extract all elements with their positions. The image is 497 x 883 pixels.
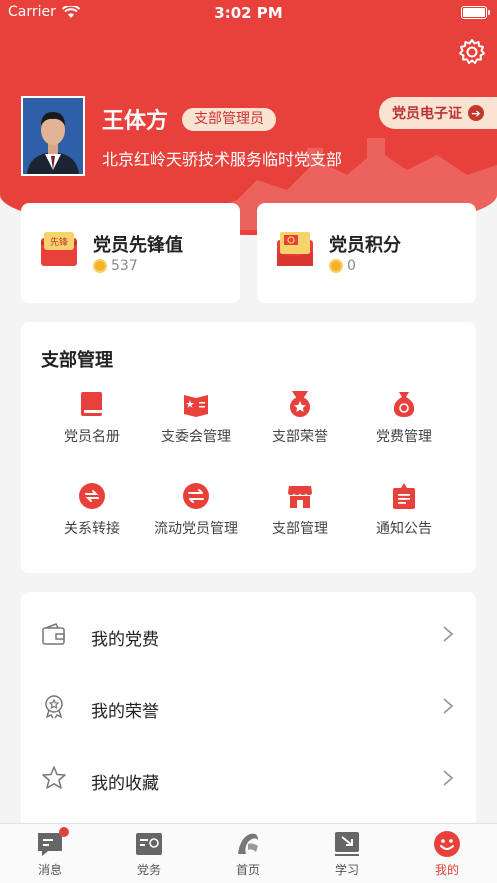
home-logo-icon bbox=[238, 833, 258, 854]
menu-my-honors[interactable]: 我的荣誉 bbox=[21, 677, 476, 737]
portrait-image bbox=[23, 98, 83, 174]
vanguard-value-title: 党员先锋值 bbox=[93, 235, 183, 256]
grid-item-mobile-members[interactable]: 流动党员管理 bbox=[141, 482, 251, 538]
grid-item-label: 支委会管理 bbox=[161, 429, 231, 445]
tab-study[interactable]: 学习 bbox=[307, 830, 387, 878]
notice-icon bbox=[393, 483, 415, 509]
menu-label: 我的荣誉 bbox=[91, 702, 159, 722]
organization-name: 北京红岭天骄技术服务临时党支部 bbox=[102, 150, 343, 169]
book-icon bbox=[81, 392, 102, 416]
grid-item-label: 党员名册 bbox=[64, 429, 120, 445]
grid-item-dues-management[interactable]: 党费管理 bbox=[349, 390, 459, 446]
menu-my-favorites[interactable]: 我的收藏 bbox=[21, 749, 476, 809]
coin-icon bbox=[93, 259, 107, 273]
grid-item-label: 关系转接 bbox=[64, 521, 120, 537]
settings-gear-icon[interactable] bbox=[457, 37, 487, 67]
battery-icon bbox=[461, 6, 490, 19]
party-affairs-icon bbox=[136, 833, 162, 855]
grid-item-branch-honor[interactable]: 支部荣誉 bbox=[245, 390, 355, 446]
tab-label: 党务 bbox=[136, 863, 161, 877]
chevron-right-icon bbox=[443, 770, 454, 786]
transfer-icon bbox=[79, 483, 105, 509]
vanguard-value: 537 bbox=[111, 258, 138, 274]
me-smile-icon bbox=[434, 831, 460, 857]
tab-label: 我的 bbox=[434, 863, 459, 877]
money-bag-icon bbox=[393, 392, 415, 417]
grid-item-label: 党费管理 bbox=[376, 429, 432, 445]
grid-item-branch-admin[interactable]: 支部管理 bbox=[245, 482, 355, 538]
party-id-card-label: 党员电子证 bbox=[392, 106, 462, 122]
grid-item-notices[interactable]: 通知公告 bbox=[349, 482, 459, 538]
coin-icon bbox=[329, 259, 343, 273]
tab-messages[interactable]: 消息 bbox=[10, 827, 90, 878]
party-points-value: 0 bbox=[347, 258, 356, 274]
grid-item-label: 支部荣誉 bbox=[272, 429, 328, 445]
user-name: 王体方 bbox=[102, 109, 169, 134]
grid-item-label: 支部管理 bbox=[272, 521, 328, 537]
award-icon bbox=[45, 695, 63, 719]
bottom-tab-bar: 消息 党务 首页 学习 我的 bbox=[0, 823, 497, 883]
grid-item-committee[interactable]: 支委会管理 bbox=[141, 390, 251, 446]
menu-label: 我的收藏 bbox=[91, 774, 159, 794]
clock: 3:02 PM bbox=[214, 4, 283, 22]
vanguard-envelope-icon: 先锋 bbox=[41, 232, 77, 266]
tab-label: 首页 bbox=[235, 863, 260, 877]
tab-home[interactable]: 首页 bbox=[208, 830, 288, 878]
party-id-card-button[interactable]: 党员电子证 ➔ bbox=[379, 97, 497, 129]
study-icon bbox=[335, 832, 359, 856]
storefront-icon bbox=[288, 486, 312, 508]
committee-flag-icon bbox=[184, 395, 208, 417]
grid-item-label: 通知公告 bbox=[376, 521, 432, 537]
grid-item-member-roster[interactable]: 党员名册 bbox=[37, 390, 147, 446]
wallet-icon bbox=[42, 623, 65, 645]
chevron-right-icon bbox=[443, 698, 454, 714]
medal-icon bbox=[290, 391, 310, 417]
party-points-card[interactable]: 党员积分 0 bbox=[257, 203, 476, 303]
menu-my-dues[interactable]: 我的党费 bbox=[21, 605, 476, 665]
unread-badge bbox=[59, 827, 69, 837]
points-envelope-icon bbox=[277, 232, 313, 266]
branch-management-title: 支部管理 bbox=[41, 350, 113, 371]
tab-label: 学习 bbox=[334, 863, 359, 877]
flow-icon bbox=[183, 483, 209, 509]
role-badge: 支部管理员 bbox=[182, 108, 276, 131]
grid-item-label: 流动党员管理 bbox=[154, 521, 238, 537]
status-bar: Carrier 3:02 PM bbox=[0, 0, 497, 26]
tab-party-affairs[interactable]: 党务 bbox=[109, 830, 189, 878]
menu-label: 我的党费 bbox=[91, 630, 159, 650]
arrow-right-icon: ➔ bbox=[468, 105, 484, 121]
svg-text:先锋: 先锋 bbox=[50, 236, 68, 248]
tab-me[interactable]: 我的 bbox=[407, 830, 487, 878]
party-points-title: 党员积分 bbox=[329, 235, 401, 256]
personal-menu-list: 我的党费 我的荣誉 我的收藏 bbox=[21, 592, 476, 832]
star-icon bbox=[42, 766, 66, 789]
avatar[interactable] bbox=[21, 96, 85, 176]
tab-label: 消息 bbox=[37, 863, 62, 877]
grid-item-relationship-transfer[interactable]: 关系转接 bbox=[37, 482, 147, 538]
branch-management-card: 支部管理 党员名册 支委会管理 支部荣誉 党费管理 关系转接 流动党员管理 支部… bbox=[21, 322, 476, 573]
vanguard-value-card[interactable]: 先锋 党员先锋值 537 bbox=[21, 203, 240, 303]
chevron-right-icon bbox=[443, 626, 454, 642]
